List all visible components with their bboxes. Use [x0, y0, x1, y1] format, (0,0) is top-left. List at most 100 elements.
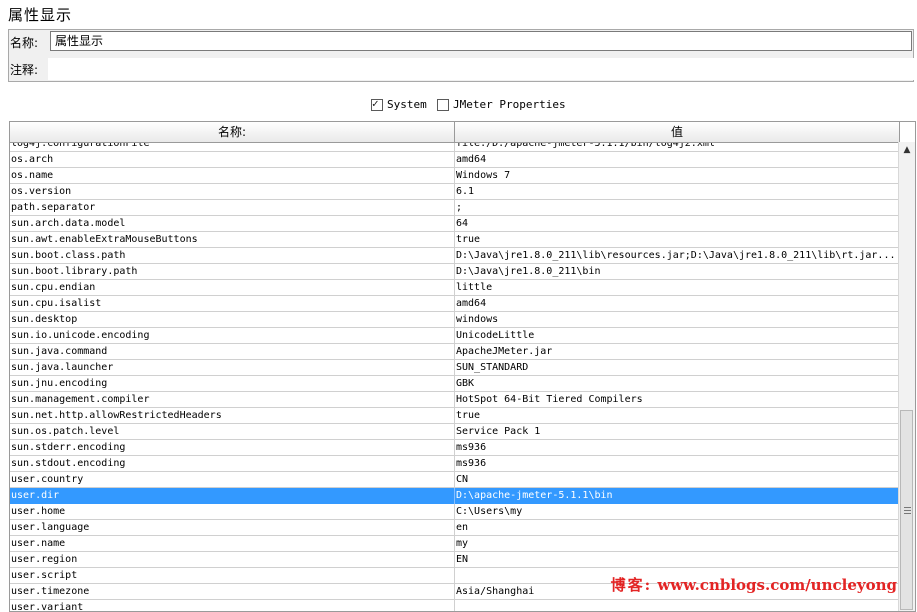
- jmeter-properties-checkbox[interactable]: JMeter Properties: [437, 98, 566, 111]
- property-name-cell[interactable]: sun.os.patch.level: [11, 424, 451, 439]
- property-value-cell[interactable]: D:\Java\jre1.8.0_211\lib\resources.jar;D…: [456, 248, 896, 263]
- property-name-cell[interactable]: os.name: [11, 168, 451, 183]
- property-name-cell[interactable]: sun.arch.data.model: [11, 216, 451, 231]
- property-name-cell[interactable]: os.version: [11, 184, 451, 199]
- property-name-cell[interactable]: sun.cpu.endian: [11, 280, 451, 295]
- property-value-cell[interactable]: ApacheJMeter.jar: [456, 344, 896, 359]
- property-name-cell[interactable]: user.name: [11, 536, 451, 551]
- property-value-cell[interactable]: my: [456, 536, 896, 551]
- table-row[interactable]: sun.cpu.endian little: [10, 280, 899, 296]
- property-name-cell[interactable]: sun.desktop: [11, 312, 451, 327]
- property-value-cell[interactable]: HotSpot 64-Bit Tiered Compilers: [456, 392, 896, 407]
- table-row[interactable]: user.home C:\Users\my: [10, 504, 899, 520]
- property-value-cell[interactable]: windows: [456, 312, 896, 327]
- property-value-cell[interactable]: amd64: [456, 296, 896, 311]
- property-value-cell[interactable]: little: [456, 280, 896, 295]
- table-row[interactable]: sun.awt.enableExtraMouseButtons true: [10, 232, 899, 248]
- property-value-cell[interactable]: ;: [456, 200, 896, 215]
- table-row[interactable]: sun.net.http.allowRestrictedHeaders true: [10, 408, 899, 424]
- table-row[interactable]: user.dir D:\apache-jmeter-5.1.1\bin: [10, 488, 899, 504]
- table-row[interactable]: sun.stdout.encoding ms936: [10, 456, 899, 472]
- system-checkbox[interactable]: System: [371, 97, 427, 111]
- property-name-cell[interactable]: user.script: [11, 568, 451, 583]
- property-value-cell[interactable]: SUN_STANDARD: [456, 360, 896, 375]
- property-value-cell[interactable]: GBK: [456, 376, 896, 391]
- property-name-cell[interactable]: user.dir: [11, 488, 451, 503]
- property-value-cell[interactable]: Service Pack 1: [456, 424, 896, 439]
- scroll-up-icon[interactable]: ▲: [899, 142, 915, 158]
- column-divider: [454, 552, 455, 568]
- property-name-cell[interactable]: user.language: [11, 520, 451, 535]
- property-name-cell[interactable]: sun.java.command: [11, 344, 451, 359]
- property-name-cell[interactable]: sun.boot.library.path: [11, 264, 451, 279]
- property-name-cell[interactable]: sun.cpu.isalist: [11, 296, 451, 311]
- table-row[interactable]: sun.io.unicode.encoding UnicodeLittle: [10, 328, 899, 344]
- table-row[interactable]: user.name my: [10, 536, 899, 552]
- table-row[interactable]: user.country CN: [10, 472, 899, 488]
- table-row[interactable]: sun.arch.data.model 64: [10, 216, 899, 232]
- property-name-cell[interactable]: sun.awt.enableExtraMouseButtons: [11, 232, 451, 247]
- property-value-cell[interactable]: Windows 7: [456, 168, 896, 183]
- property-name-cell[interactable]: sun.management.compiler: [11, 392, 451, 407]
- property-name-cell[interactable]: sun.stderr.encoding: [11, 440, 451, 455]
- table-row[interactable]: user.language en: [10, 520, 899, 536]
- property-value-cell[interactable]: en: [456, 520, 896, 535]
- property-value-cell[interactable]: CN: [456, 472, 896, 487]
- property-name-cell[interactable]: user.country: [11, 472, 451, 487]
- table-row[interactable]: sun.boot.class.path D:\Java\jre1.8.0_211\…: [10, 248, 899, 264]
- table-row[interactable]: sun.cpu.isalist amd64: [10, 296, 899, 312]
- property-value-cell[interactable]: true: [456, 232, 896, 247]
- property-value-cell[interactable]: UnicodeLittle: [456, 328, 896, 343]
- vertical-scrollbar[interactable]: ▲: [898, 142, 915, 611]
- property-name-cell[interactable]: sun.jnu.encoding: [11, 376, 451, 391]
- table-row[interactable]: sun.jnu.encoding GBK: [10, 376, 899, 392]
- table-row[interactable]: os.version 6.1: [10, 184, 899, 200]
- property-name-cell[interactable]: user.variant: [11, 600, 451, 611]
- property-value-cell[interactable]: true: [456, 408, 896, 423]
- comment-input[interactable]: [48, 58, 914, 80]
- property-name-cell[interactable]: sun.net.http.allowRestrictedHeaders: [11, 408, 451, 423]
- column-divider: [454, 168, 455, 184]
- column-divider: [454, 248, 455, 264]
- property-value-cell[interactable]: 6.1: [456, 184, 896, 199]
- property-value-cell[interactable]: C:\Users\my: [456, 504, 896, 519]
- property-name-cell[interactable]: sun.io.unicode.encoding: [11, 328, 451, 343]
- table-row[interactable]: os.name Windows 7: [10, 168, 899, 184]
- table-header: 名称: 值: [10, 122, 900, 143]
- property-name-cell[interactable]: user.timezone: [11, 584, 451, 599]
- property-value-cell[interactable]: EN: [456, 552, 896, 567]
- table-row[interactable]: os.arch amd64: [10, 152, 899, 168]
- property-name-cell[interactable]: os.arch: [11, 152, 451, 167]
- property-value-cell[interactable]: D:\apache-jmeter-5.1.1\bin: [456, 488, 896, 503]
- property-value-cell[interactable]: 64: [456, 216, 896, 231]
- table-body[interactable]: log4j.configurationFile file:/D:/apache-j…: [10, 136, 899, 611]
- table-row[interactable]: user.variant: [10, 600, 899, 611]
- table-row[interactable]: sun.java.launcher SUN_STANDARD: [10, 360, 899, 376]
- property-value-cell[interactable]: ms936: [456, 456, 896, 471]
- property-name-cell[interactable]: sun.boot.class.path: [11, 248, 451, 263]
- column-divider: [454, 184, 455, 200]
- property-name-cell[interactable]: path.separator: [11, 200, 451, 215]
- table-row[interactable]: path.separator;: [10, 200, 899, 216]
- column-header-name[interactable]: 名称:: [10, 122, 455, 142]
- property-name-cell[interactable]: sun.java.launcher: [11, 360, 451, 375]
- table-row[interactable]: sun.java.command ApacheJMeter.jar: [10, 344, 899, 360]
- property-name-cell[interactable]: sun.stdout.encoding: [11, 456, 451, 471]
- blog-watermark: 博客: www.cnblogs.com/uncleyong: [611, 574, 897, 595]
- column-divider: [454, 376, 455, 392]
- table-row[interactable]: sun.os.patch.level Service Pack 1: [10, 424, 899, 440]
- property-value-cell[interactable]: amd64: [456, 152, 896, 167]
- property-value-cell[interactable]: ms936: [456, 440, 896, 455]
- column-header-value[interactable]: 值: [455, 122, 900, 142]
- property-name-cell[interactable]: user.region: [11, 552, 451, 567]
- table-row[interactable]: sun.management.compiler HotSpot 64-Bit Ti…: [10, 392, 899, 408]
- scrollbar-thumb[interactable]: [900, 410, 913, 610]
- property-value-cell[interactable]: D:\Java\jre1.8.0_211\bin: [456, 264, 896, 279]
- column-divider: [454, 360, 455, 376]
- name-input[interactable]: 属性显示: [50, 31, 912, 51]
- property-name-cell[interactable]: user.home: [11, 504, 451, 519]
- table-row[interactable]: sun.desktop windows: [10, 312, 899, 328]
- table-row[interactable]: sun.stderr.encoding ms936: [10, 440, 899, 456]
- table-row[interactable]: sun.boot.library.path D:\Java\jre1.8.0_21…: [10, 264, 899, 280]
- table-row[interactable]: user.region EN: [10, 552, 899, 568]
